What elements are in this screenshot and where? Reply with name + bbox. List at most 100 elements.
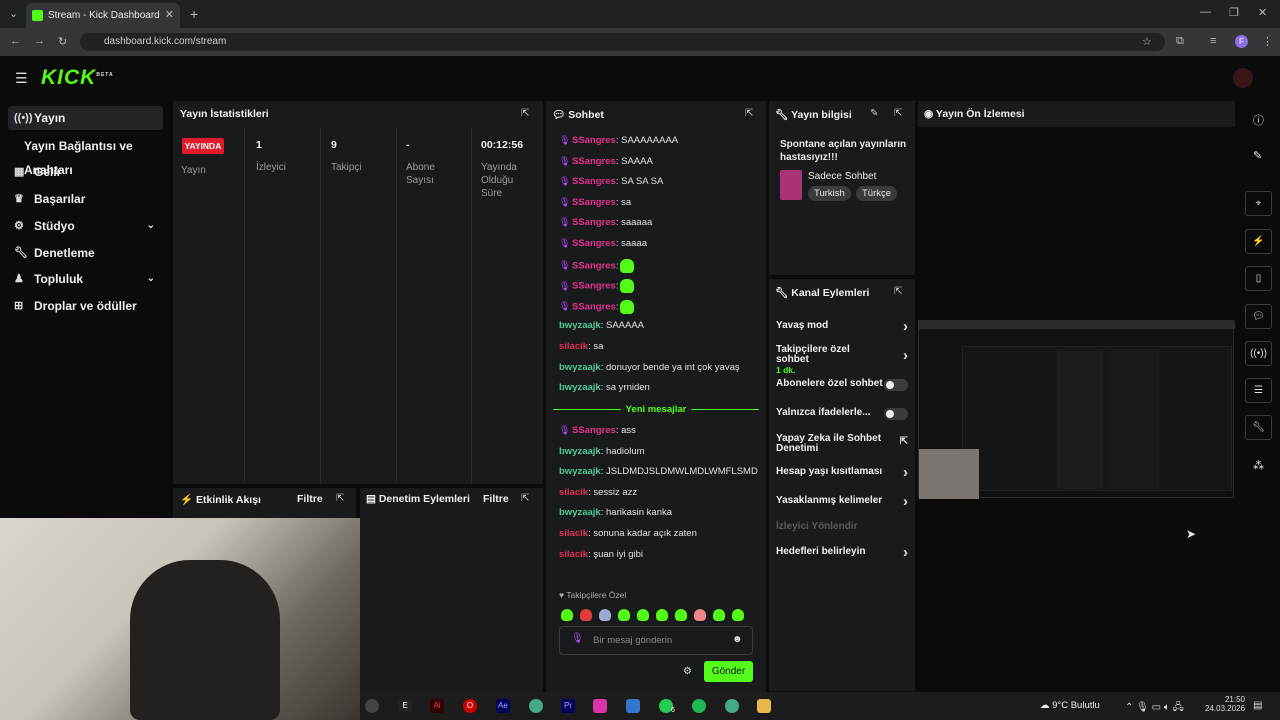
channel-action-item[interactable]: Takipçilere özel sohbet 1 dk. › <box>776 345 908 376</box>
layout-icon[interactable]: ☰ <box>1245 378 1272 403</box>
chat-username[interactable]: SSangres <box>572 156 616 167</box>
broadcast-signal-icon[interactable]: ((•)) <box>1245 341 1272 366</box>
expand-icon[interactable]: ⇱ <box>336 493 344 504</box>
weather-widget[interactable]: ☁ 9°C Bulutlu <box>1040 700 1100 711</box>
chat-username[interactable]: bwyzaajk <box>559 362 601 373</box>
close-tab-icon[interactable]: ✕ <box>165 3 174 28</box>
emoji-icon[interactable]: ☻ <box>732 634 743 645</box>
nodes-icon[interactable]: ⁂ <box>1253 459 1264 472</box>
lightning-icon[interactable]: ⚡ <box>1245 229 1272 254</box>
opera-icon[interactable]: O <box>463 699 477 713</box>
chat-username[interactable]: silacik <box>559 549 588 560</box>
document-icon[interactable]: ▯ <box>1245 266 1272 291</box>
kick-logo[interactable]: KICKBETA <box>41 66 114 90</box>
chat-username[interactable]: SSangres <box>572 197 616 208</box>
forward-icon[interactable]: → <box>34 35 45 47</box>
chat-username[interactable]: SSangres <box>572 135 616 146</box>
channel-action-item[interactable]: Yapay Zeka ile Sohbet Denetimi ⇱ <box>776 434 908 454</box>
emote-bar[interactable] <box>561 606 751 622</box>
chat-username[interactable]: bwyzaajk <box>559 446 601 457</box>
chat-username[interactable]: SSangres <box>572 238 616 249</box>
system-tray-icons[interactable]: ⌃ 🎙︎ ▭ 🔈︎ 🖧 <box>1125 700 1184 717</box>
stream-preview-video[interactable] <box>918 320 1235 499</box>
premiere-icon[interactable]: Pr <box>561 699 575 713</box>
file-explorer-icon[interactable] <box>757 699 771 713</box>
channel-action-item[interactable]: Yavaş mod › <box>776 318 908 335</box>
instagram-icon[interactable] <box>593 699 607 713</box>
chrome-icon[interactable] <box>529 699 543 713</box>
channel-action-item[interactable]: Hedefleri belirleyin › <box>776 544 908 561</box>
user-avatar[interactable] <box>1233 68 1253 88</box>
new-tab-icon[interactable]: + <box>190 6 198 22</box>
app-icon[interactable] <box>365 699 379 713</box>
chat-username[interactable]: SSangres <box>572 281 616 292</box>
category-name[interactable]: Sadece Sohbet <box>808 171 876 182</box>
channel-action-item[interactable]: Hesap yaşı kısıtlaması › <box>776 464 908 481</box>
edit-pencil-icon[interactable]: ✎ <box>870 108 878 119</box>
url-field[interactable]: dashboard.kick.com/stream <box>80 33 1165 51</box>
info-icon[interactable]: ⓘ <box>1253 112 1264 128</box>
chrome-icon-2[interactable] <box>725 699 739 713</box>
reload-icon[interactable]: ↻ <box>58 35 67 48</box>
extensions-icon[interactable]: ⧉ <box>1176 35 1184 48</box>
chat-username[interactable]: silacik <box>559 341 588 352</box>
tag-pill[interactable]: Türkçe <box>856 186 898 201</box>
sidebar-item-yayin[interactable]: ((•)) Yayın <box>8 106 163 130</box>
moderation-filter-button[interactable]: Filtre <box>483 493 509 505</box>
maximize-icon[interactable]: ❐ <box>1229 6 1239 19</box>
chat-username[interactable]: SSangres <box>572 260 616 271</box>
channel-action-item[interactable]: Yasaklanmış kelimeler › <box>776 493 908 510</box>
chat-username[interactable]: SSangres <box>572 217 616 228</box>
expand-icon[interactable]: ⇱ <box>521 493 529 504</box>
pencil-icon[interactable]: ✎ <box>1253 149 1262 162</box>
sidebar-item-gelir[interactable]: ▦ Gelir <box>8 160 163 184</box>
sidebar-item-denetleme[interactable]: 🔧︎ Denetleme <box>8 241 163 265</box>
toggle-switch[interactable] <box>884 408 908 420</box>
chat-input[interactable]: Bir mesaj gönderin <box>559 626 753 655</box>
channel-action-item[interactable]: Abonelere özel sohbet <box>776 379 908 391</box>
minimize-icon[interactable]: — <box>1200 6 1211 18</box>
chat-username[interactable]: bwyzaajk <box>559 320 601 331</box>
chat-username[interactable]: silacik <box>559 528 588 539</box>
close-window-icon[interactable]: ✕ <box>1258 6 1267 19</box>
expand-icon[interactable]: ⇱ <box>521 108 529 119</box>
sidebar-item-droplar[interactable]: ⊞ Droplar ve ödüller <box>8 294 163 318</box>
expand-icon[interactable]: ⇱ <box>745 108 753 119</box>
after-effects-icon[interactable]: Ae <box>496 699 510 713</box>
chat-settings-gear-icon[interactable]: ⚙ <box>683 666 692 677</box>
chat-bubble-icon[interactable]: 💬︎ <box>1245 304 1272 329</box>
toggle-switch[interactable] <box>884 379 908 391</box>
back-icon[interactable]: ← <box>10 35 21 47</box>
expand-icon[interactable]: ⇱ <box>894 108 902 119</box>
sidebar-item-studyo[interactable]: ⚙ Stüdyo ⌄ <box>8 214 163 238</box>
activity-filter-button[interactable]: Filtre <box>297 493 323 505</box>
wrench-icon[interactable]: 🔧︎ <box>1245 415 1272 440</box>
tab-list-icon[interactable]: ⌄ <box>9 7 18 20</box>
epic-games-icon[interactable]: E <box>398 699 412 713</box>
chrome-menu-icon[interactable]: ⋮ <box>1262 35 1273 48</box>
chat-username[interactable]: SSangres <box>572 176 616 187</box>
channel-action-item[interactable]: Yalnızca ifadelerle... <box>776 408 908 420</box>
chat-username[interactable]: bwyzaajk <box>559 466 601 477</box>
chat-username[interactable]: SSangres <box>572 425 616 436</box>
sidebar-item-topluluk[interactable]: ♟ Topluluk ⌄ <box>8 267 163 291</box>
browser-tab[interactable]: Stream - Kick Dashboard ✕ <box>26 3 180 28</box>
hamburger-menu-icon[interactable]: ☰ <box>15 70 28 87</box>
focus-icon[interactable]: ⌖ <box>1245 191 1272 216</box>
expand-icon[interactable]: ⇱ <box>894 286 902 297</box>
profile-avatar[interactable]: F <box>1235 35 1248 48</box>
tag-pill[interactable]: Turkish <box>808 186 851 201</box>
chat-username[interactable]: SSangres <box>572 301 616 312</box>
bookmark-star-icon[interactable]: ☆ <box>1142 35 1152 48</box>
send-button[interactable]: Gönder <box>704 661 753 682</box>
media-icon[interactable]: ≡ <box>1210 35 1216 47</box>
sidebar-item-stream-key[interactable]: Yayın Bağlantısı ve Anahtarı <box>8 134 163 177</box>
illustrator-icon[interactable]: Ai <box>430 699 444 713</box>
sidebar-item-basarilar[interactable]: ♛ Başarılar <box>8 187 163 211</box>
chat-username[interactable]: silacik <box>559 487 588 498</box>
notifications-icon[interactable]: ▤ <box>1253 700 1262 711</box>
chat-username[interactable]: bwyzaajk <box>559 507 601 518</box>
spotify-icon[interactable] <box>692 699 706 713</box>
copilot-icon[interactable] <box>626 699 640 713</box>
chat-username[interactable]: bwyzaajk <box>559 382 601 393</box>
